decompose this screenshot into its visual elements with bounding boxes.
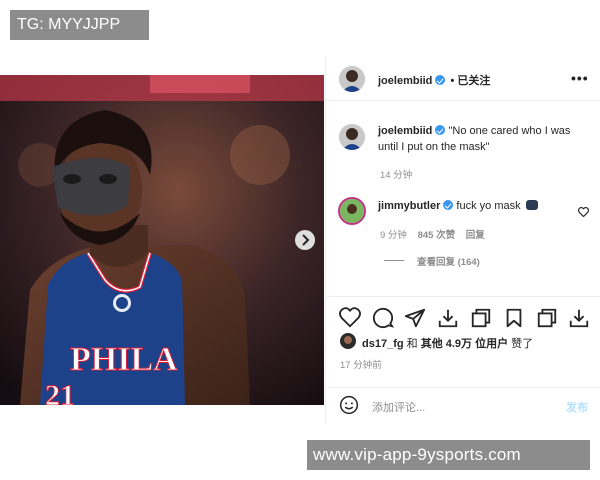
copy-icon[interactable] (470, 307, 492, 329)
post-photo: PHILA 21 (0, 75, 324, 405)
copy-icon[interactable] (536, 307, 558, 329)
emoji-icon[interactable] (339, 395, 359, 415)
likes-summary: ds17_fg 和 其他 4.9万 位用户 赞了 (362, 335, 533, 351)
view-replies-button[interactable]: 查看回复 (164) (417, 254, 480, 268)
avatar-image (340, 333, 356, 349)
caption: joelembiid "No one cared who I was until… (378, 123, 570, 155)
comment-icon[interactable] (372, 307, 394, 329)
download-icon[interactable] (568, 307, 590, 329)
comment: jimmybutler fuck yo mask (378, 198, 538, 214)
more-options-button[interactable]: ••• (571, 70, 589, 86)
avatar-image (340, 199, 364, 223)
comment-text: fuck yo mask (456, 200, 521, 212)
heart-icon[interactable] (339, 307, 361, 329)
comment-like-heart-icon[interactable] (578, 207, 589, 217)
share-icon[interactable] (404, 307, 426, 329)
caption-text-2: until I put on the mask" (378, 141, 490, 153)
post-panel: joelembiid • 已关注 ••• joelembiid "No one … (325, 56, 600, 424)
caption-time: 14 分钟 (380, 170, 413, 181)
comment-username[interactable]: jimmybutler (378, 200, 440, 212)
caption-username[interactable]: joelembiid (378, 125, 432, 137)
verified-badge-icon (435, 75, 446, 85)
follow-status[interactable]: • 已关注 (450, 75, 490, 87)
comment-time: 9 分钟 (380, 230, 407, 241)
likes-count[interactable]: 其他 4.9万 位用户 (421, 338, 508, 350)
avatar-image (339, 124, 365, 150)
likes-conj: 和 (406, 338, 418, 350)
download-icon[interactable] (437, 307, 459, 329)
avatar-image (339, 66, 365, 92)
comment-input[interactable]: 添加评论... (372, 399, 425, 415)
replies-divider (384, 260, 404, 261)
jersey-number: 21 (45, 379, 75, 405)
watermark-top: TG: MYYJJPP (10, 10, 149, 40)
avatar[interactable] (339, 66, 365, 92)
liker-avatar[interactable] (340, 333, 356, 349)
chevron-right-icon (302, 234, 310, 246)
comment-avatar[interactable] (338, 197, 366, 225)
caption-avatar[interactable] (339, 124, 365, 150)
caption-text-1: "No one cared who I was (448, 125, 571, 137)
bookmark-icon[interactable] (503, 307, 525, 329)
reply-button[interactable]: 回复 (466, 230, 485, 241)
username-link[interactable]: joelembiid (378, 75, 432, 87)
comment-meta: 9 分钟 845 次赞 回复 (380, 227, 485, 241)
next-photo-button[interactable] (295, 230, 315, 250)
emoji-icon (525, 200, 538, 210)
watermark-bottom: www.vip-app-9ysports.com (307, 440, 590, 470)
verified-badge-icon (435, 125, 446, 135)
post-time: 17 分钟前 (340, 360, 382, 371)
action-bar (326, 296, 600, 329)
liker-username[interactable]: ds17_fg (362, 338, 404, 350)
player-illustration: PHILA 21 (0, 75, 324, 405)
jersey-text: PHILA (70, 341, 178, 378)
comment-bar: 添加评论... 发布 (326, 387, 600, 425)
post-header: joelembiid • 已关注 ••• (326, 56, 600, 101)
post-comment-button[interactable]: 发布 (566, 399, 588, 415)
header-username-row: joelembiid • 已关注 (378, 72, 490, 88)
comment-likes[interactable]: 845 次赞 (418, 230, 456, 241)
verified-badge-icon (443, 200, 454, 210)
likes-verb: 赞了 (511, 338, 534, 350)
